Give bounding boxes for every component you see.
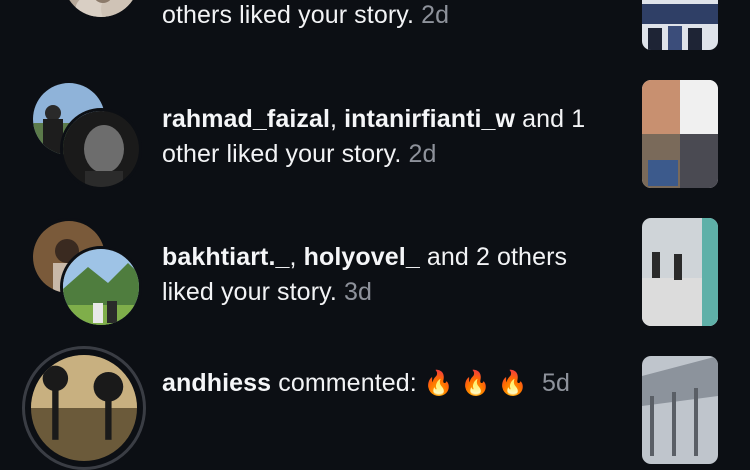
- username-link[interactable]: rahmad_faizal: [162, 105, 330, 133]
- notification-message: other liked your story.: [162, 140, 402, 168]
- notification-text: others liked your story. 2d: [162, 0, 622, 33]
- fire-emoji: 🔥: [423, 370, 454, 397]
- story-thumbnail[interactable]: [642, 0, 718, 50]
- fire-emoji: 🔥: [460, 370, 491, 397]
- notification-text: andhiess commented: 🔥 🔥 🔥 5d: [162, 366, 622, 401]
- avatar[interactable]: [60, 108, 142, 190]
- story-thumbnail[interactable]: [642, 356, 718, 464]
- notification-row[interactable]: rahmad_faizal, intanirfianti_w and 1 oth…: [0, 80, 750, 192]
- username-link[interactable]: holyovel_: [304, 243, 420, 271]
- avatar-stack[interactable]: [30, 218, 142, 330]
- fire-emoji: 🔥: [497, 370, 528, 397]
- username-link[interactable]: bakhtiart._: [162, 243, 290, 271]
- timestamp: 5d: [541, 369, 570, 397]
- avatar-stack[interactable]: [30, 80, 142, 192]
- notification-text: rahmad_faizal, intanirfianti_w and 1 oth…: [162, 105, 586, 168]
- username-link[interactable]: andhiess: [162, 369, 271, 397]
- notification-text: bakhtiart._, holyovel_ and 2 others like…: [162, 243, 568, 306]
- notification-row[interactable]: others liked your story. 2d: [0, 0, 750, 50]
- avatar[interactable]: [60, 0, 142, 20]
- avatar[interactable]: [22, 346, 146, 470]
- timestamp: 2d: [421, 1, 450, 29]
- notification-row[interactable]: bakhtiart._, holyovel_ and 2 others like…: [0, 218, 750, 330]
- notification-message: liked your story.: [162, 278, 337, 306]
- avatar-stack[interactable]: [30, 0, 142, 22]
- notification-message: and 2 others: [419, 243, 568, 271]
- notification-message: others liked your story.: [162, 1, 415, 29]
- story-thumbnail[interactable]: [642, 218, 718, 326]
- timestamp: 3d: [343, 278, 372, 306]
- username-link[interactable]: intanirfianti_w: [344, 105, 515, 133]
- avatar[interactable]: [60, 246, 142, 328]
- notification-message: and 1: [515, 105, 586, 133]
- timestamp: 2d: [408, 140, 437, 168]
- story-thumbnail[interactable]: [642, 80, 718, 188]
- notification-row[interactable]: andhiess commented: 🔥 🔥 🔥 5d: [0, 346, 750, 470]
- avatar-stack[interactable]: [22, 346, 146, 470]
- notification-action: commented:: [271, 369, 424, 397]
